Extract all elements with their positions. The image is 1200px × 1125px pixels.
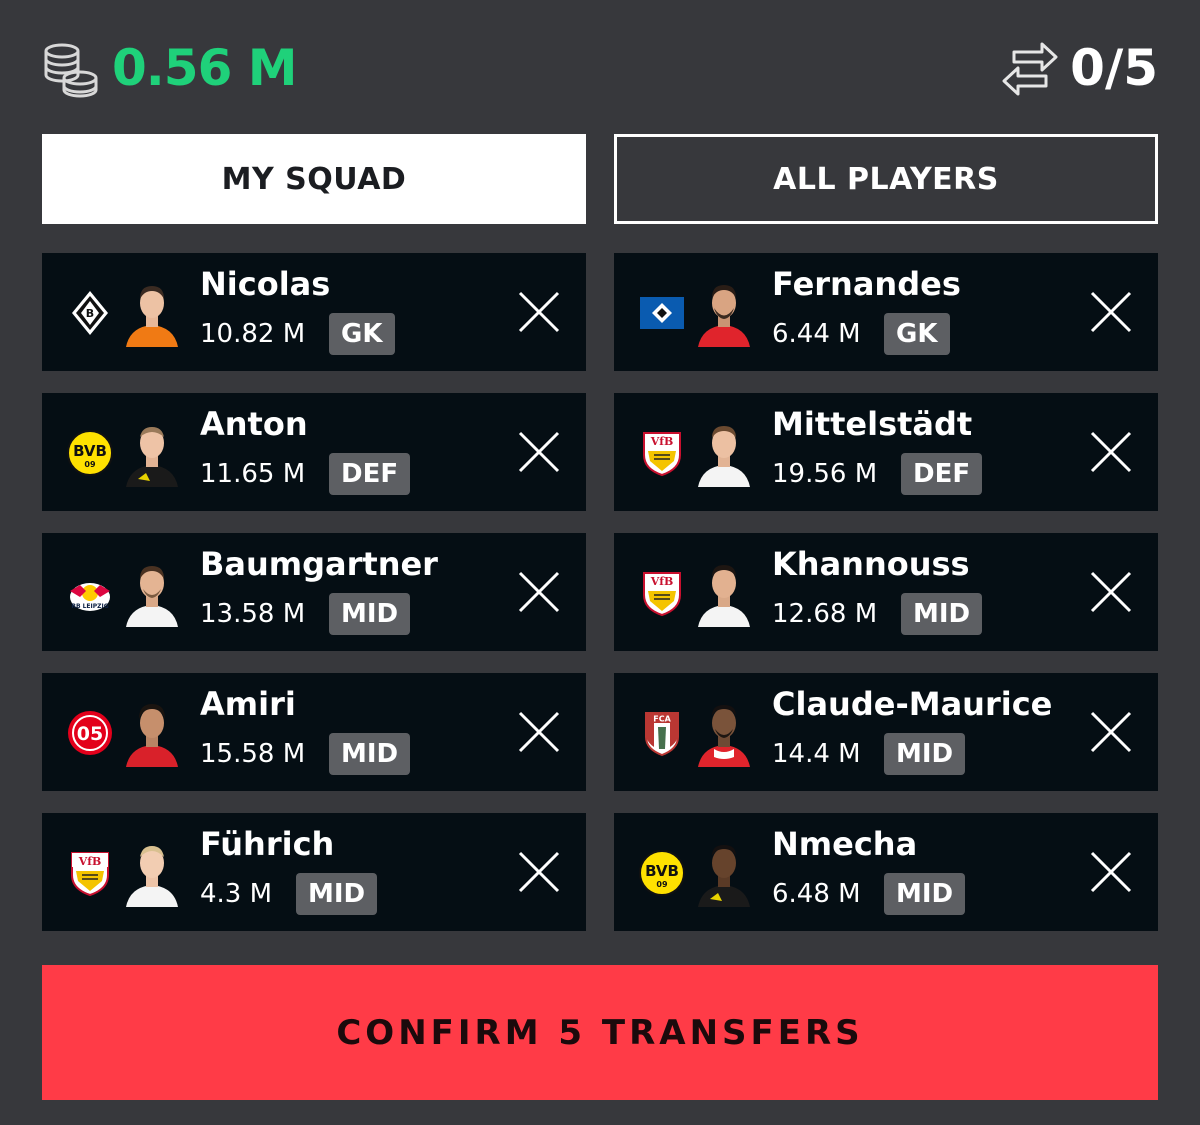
stuttgart-crest-icon: VfB <box>71 852 109 897</box>
remove-icon[interactable] <box>516 569 562 615</box>
svg-text:09: 09 <box>656 880 668 889</box>
stuttgart-crest-icon: VfB <box>643 572 681 617</box>
player-photo <box>126 704 178 767</box>
player-price: 15.58 M <box>200 739 306 769</box>
budget-value: 0.56 M <box>112 39 298 97</box>
player-price: 14.4 M <box>772 739 861 769</box>
dortmund-crest-icon: BVB 09 <box>639 850 685 896</box>
player-price: 13.58 M <box>200 599 306 629</box>
coins-icon <box>44 43 98 98</box>
player-name: Mittelstädt <box>772 405 973 443</box>
player-name: Baumgartner <box>200 545 438 583</box>
remove-icon[interactable] <box>516 709 562 755</box>
incoming-players-list: Fernandes 6.44 M GK VfB Mittelstädt 19.5… <box>614 253 1158 953</box>
svg-text:VfB: VfB <box>650 575 674 588</box>
player-card-baumgartner[interactable]: RB LEIPZIG Baumgartner 13.58 M MID <box>42 533 586 651</box>
svg-text:BVB: BVB <box>73 442 107 460</box>
player-card-khannouss[interactable]: VfB Khannouss 12.68 M MID <box>614 533 1158 651</box>
outgoing-players-list: B Nicolas 10.82 M GK BVB 09 Anton 11.65 <box>42 253 586 953</box>
player-name: Khannouss <box>772 545 970 583</box>
player-price: 19.56 M <box>772 459 878 489</box>
position-badge: MID <box>884 733 966 775</box>
remove-icon[interactable] <box>1088 289 1134 335</box>
player-price: 12.68 M <box>772 599 878 629</box>
remove-icon[interactable] <box>516 289 562 335</box>
position-badge: GK <box>884 313 950 355</box>
stuttgart-crest-icon: VfB <box>643 432 681 477</box>
remove-icon[interactable] <box>1088 569 1134 615</box>
svg-text:VfB: VfB <box>78 855 102 868</box>
player-price: 4.3 M <box>200 879 273 909</box>
player-card-nmecha[interactable]: BVB 09 Nmecha 6.48 M MID <box>614 813 1158 931</box>
player-name: Nmecha <box>772 825 918 863</box>
player-price: 11.65 M <box>200 459 306 489</box>
player-card-fuhrich[interactable]: VfB Führich 4.3 M MID <box>42 813 586 931</box>
player-photo <box>698 565 750 627</box>
svg-text:BVB: BVB <box>645 862 679 880</box>
transfer-arrows-icon <box>1002 42 1058 96</box>
hamburg-crest-icon <box>640 297 684 329</box>
remove-icon[interactable] <box>1088 429 1134 475</box>
remove-icon[interactable] <box>516 429 562 475</box>
dortmund-crest-icon: BVB 09 <box>67 430 113 476</box>
player-photo <box>698 705 750 767</box>
remove-icon[interactable] <box>1088 709 1134 755</box>
position-badge: MID <box>884 873 966 915</box>
player-card-mittelstadt[interactable]: VfB Mittelstädt 19.56 M DEF <box>614 393 1158 511</box>
leipzig-crest-icon: RB LEIPZIG <box>70 583 110 611</box>
player-photo <box>126 427 178 487</box>
svg-text:FCA: FCA <box>653 715 671 724</box>
player-name: Nicolas <box>200 265 331 303</box>
position-badge: MID <box>901 593 983 635</box>
augsburg-crest-icon: FCA <box>645 712 679 757</box>
tab-my-squad[interactable]: MY SQUAD <box>42 134 586 224</box>
player-name: Amiri <box>200 685 296 723</box>
position-badge: MID <box>296 873 378 915</box>
player-price: 10.82 M <box>200 319 306 349</box>
confirm-transfers-button[interactable]: CONFIRM 5 TRANSFERS <box>42 965 1158 1100</box>
player-name: Fernandes <box>772 265 961 303</box>
player-name: Claude-Maurice <box>772 685 1053 723</box>
player-card-claude-maurice[interactable]: FCA Claude-Maurice 14.4 M MID <box>614 673 1158 791</box>
player-photo <box>698 426 750 487</box>
tab-all-players[interactable]: ALL PLAYERS <box>614 134 1158 224</box>
svg-text:VfB: VfB <box>650 435 674 448</box>
position-badge: DEF <box>901 453 983 495</box>
player-card-anton[interactable]: BVB 09 Anton 11.65 M DEF <box>42 393 586 511</box>
top-bar: 0.56 M 0/5 <box>0 0 1200 134</box>
player-photo <box>126 286 178 347</box>
remove-icon[interactable] <box>516 849 562 895</box>
remove-icon[interactable] <box>1088 849 1134 895</box>
player-price: 6.48 M <box>772 879 861 909</box>
svg-text:05: 05 <box>77 723 103 745</box>
position-badge: MID <box>329 593 411 635</box>
svg-text:B: B <box>86 307 94 320</box>
transfer-count: 0/5 <box>1070 39 1158 97</box>
mainz-crest-icon: 05 <box>68 711 112 755</box>
player-price: 6.44 M <box>772 319 861 349</box>
position-badge: GK <box>329 313 395 355</box>
player-card-nicolas[interactable]: B Nicolas 10.82 M GK <box>42 253 586 371</box>
svg-text:RB LEIPZIG: RB LEIPZIG <box>71 603 108 610</box>
player-card-fernandes[interactable]: Fernandes 6.44 M GK <box>614 253 1158 371</box>
position-badge: MID <box>329 733 411 775</box>
player-photo <box>126 846 178 907</box>
player-photo <box>126 566 178 627</box>
svg-text:09: 09 <box>84 460 96 469</box>
player-photo <box>698 285 750 347</box>
player-card-amiri[interactable]: 05 Amiri 15.58 M MID <box>42 673 586 791</box>
position-badge: DEF <box>329 453 411 495</box>
player-name: Anton <box>200 405 308 443</box>
gladbach-crest-icon: B <box>72 291 108 335</box>
kit <box>126 325 178 347</box>
player-name: Führich <box>200 825 335 863</box>
player-photo <box>698 845 750 907</box>
